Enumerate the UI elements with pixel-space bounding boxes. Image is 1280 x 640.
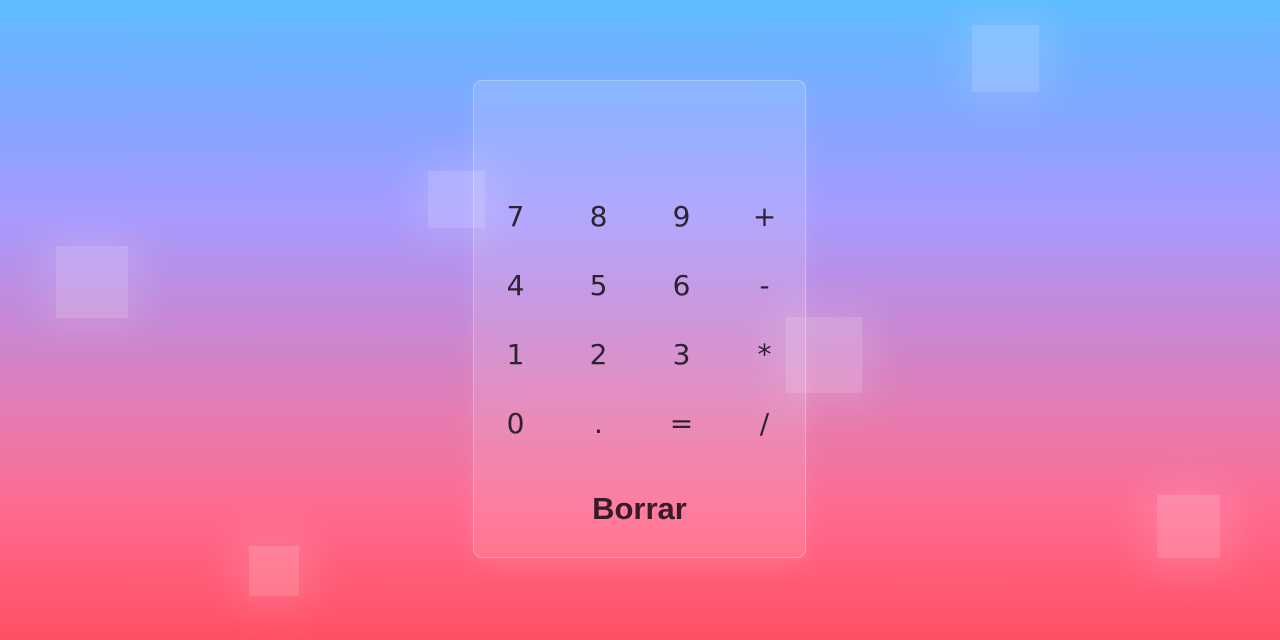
key-7[interactable]: 7 <box>474 182 557 251</box>
key-1[interactable]: 1 <box>474 320 557 389</box>
decorative-square <box>972 25 1039 92</box>
decorative-square <box>249 546 299 596</box>
clear-button[interactable]: Borrar <box>474 487 805 531</box>
key-divide[interactable]: / <box>723 389 806 458</box>
key-6[interactable]: 6 <box>640 251 723 320</box>
key-multiply[interactable]: * <box>723 320 806 389</box>
key-9[interactable]: 9 <box>640 182 723 251</box>
key-minus[interactable]: - <box>723 251 806 320</box>
calculator-panel: 7 8 9 + 4 5 6 - 1 2 3 * 0 . = / Borrar <box>473 80 806 558</box>
key-decimal[interactable]: . <box>557 389 640 458</box>
decorative-square <box>56 246 128 318</box>
decorative-square <box>1157 495 1220 558</box>
key-4[interactable]: 4 <box>474 251 557 320</box>
key-5[interactable]: 5 <box>557 251 640 320</box>
keypad: 7 8 9 + 4 5 6 - 1 2 3 * 0 . = / <box>474 182 807 458</box>
key-3[interactable]: 3 <box>640 320 723 389</box>
key-2[interactable]: 2 <box>557 320 640 389</box>
calculator-display[interactable] <box>492 105 787 167</box>
key-0[interactable]: 0 <box>474 389 557 458</box>
key-8[interactable]: 8 <box>557 182 640 251</box>
key-plus[interactable]: + <box>723 182 806 251</box>
key-equals[interactable]: = <box>640 389 723 458</box>
